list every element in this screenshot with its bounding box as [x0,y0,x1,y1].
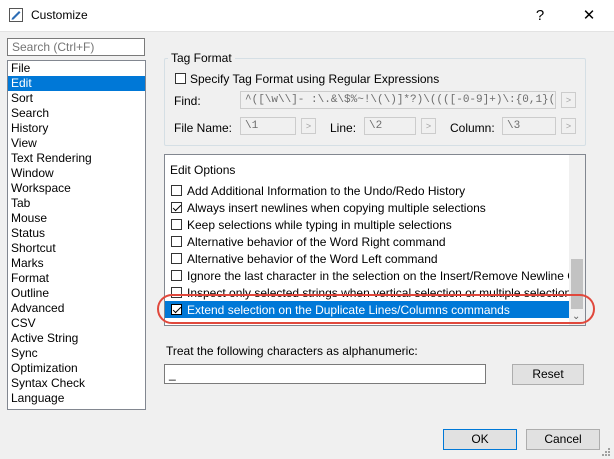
file-name-field[interactable]: \1 [240,117,296,135]
option-checkbox[interactable] [171,236,182,247]
option-label: Ignore the last character in the selecti… [187,269,586,283]
title-bar: Customize ? ✕ [0,0,614,32]
edit-option-row[interactable]: Alternative behavior of the Word Right c… [165,233,571,250]
category-item[interactable]: History [8,121,145,136]
option-label: Add Additional Information to the Undo/R… [187,184,466,198]
edit-option-row[interactable]: Inspect only selected strings when verti… [165,284,585,301]
find-arrow-button[interactable]: > [561,92,576,108]
category-item[interactable]: Window [8,166,145,181]
category-item[interactable]: File [8,61,145,76]
edit-options-title: Edit Options [170,163,236,177]
help-button[interactable]: ? [517,0,563,31]
file-name-label: File Name: [174,121,233,135]
find-label: Find: [174,94,201,108]
category-item[interactable]: Mouse [8,211,145,226]
edit-option-row[interactable]: Keep selections while typing in multiple… [165,216,571,233]
edit-option-row[interactable]: Ignore the last character in the selecti… [165,267,585,284]
options-scrollbar[interactable]: ⌄ [569,155,585,325]
option-label: Alternative behavior of the Word Left co… [187,252,438,266]
regex-checkbox[interactable] [175,73,186,84]
category-item[interactable]: Outline [8,286,145,301]
tag-format-title: Tag Format [168,51,235,65]
column-arrow-button[interactable]: > [561,118,576,134]
app-icon [9,8,23,22]
category-item[interactable]: Search [8,106,145,121]
cancel-button[interactable]: Cancel [526,429,600,450]
option-label: Inspect only selected strings when verti… [187,286,586,300]
category-item[interactable]: Active String [8,331,145,346]
category-list[interactable]: File Edit Sort Search History View Text Render… [7,60,146,410]
category-item[interactable]: Language [8,391,145,406]
option-label: Extend selection on the Duplicate Lines/… [187,303,510,317]
option-checkbox[interactable] [171,287,182,298]
edit-option-row[interactable]: Alternative behavior of the Word Left co… [165,250,571,267]
scrollbar-thumb[interactable] [571,259,583,309]
resize-grip-icon[interactable] [600,446,611,457]
category-item[interactable]: Format [8,271,145,286]
category-item[interactable]: Edit [8,76,145,91]
option-label: Alternative behavior of the Word Right c… [187,235,446,249]
category-item[interactable]: Advanced [8,301,145,316]
option-label: Keep selections while typing in multiple… [187,218,452,232]
edit-option-row[interactable]: Extend selection on the Duplicate Lines/… [165,301,571,318]
find-field[interactable]: ^([\w\\]- :\.&\$%~!\(\)]*?)\((([-0-9]+)\… [240,91,556,109]
category-item[interactable]: Workspace [8,181,145,196]
category-item[interactable]: Shortcut [8,241,145,256]
option-checkbox[interactable] [171,219,182,230]
option-checkbox[interactable] [171,270,182,281]
regex-label: Specify Tag Format using Regular Express… [190,72,440,86]
option-checkbox[interactable] [171,253,182,264]
option-label: Always insert newlines when copying mult… [187,201,486,215]
column-label: Column: [450,121,495,135]
category-item[interactable]: CSV [8,316,145,331]
line-field[interactable]: \2 [364,117,416,135]
alphanumeric-input[interactable]: _ [164,364,486,384]
option-checkbox[interactable] [171,185,182,196]
scroll-down-icon[interactable]: ⌄ [572,311,580,322]
category-item[interactable]: Sort [8,91,145,106]
category-item[interactable]: View [8,136,145,151]
category-item[interactable]: Optimization [8,361,145,376]
category-item[interactable]: Syntax Check [8,376,145,391]
ok-button[interactable]: OK [443,429,517,450]
alphanumeric-label: Treat the following characters as alphan… [166,344,418,358]
close-button[interactable]: ✕ [566,0,612,31]
line-arrow-button[interactable]: > [421,118,436,134]
edit-option-row[interactable]: Add Additional Information to the Undo/R… [165,182,571,199]
category-item[interactable]: Status [8,226,145,241]
reset-button[interactable]: Reset [512,364,584,385]
edit-options-list[interactable]: Edit Options Add Additional Information … [164,154,586,326]
edit-option-row[interactable]: Always insert newlines when copying mult… [165,199,571,216]
option-checkbox[interactable] [171,304,182,315]
category-item[interactable]: Text Rendering [8,151,145,166]
category-item[interactable]: Sync [8,346,145,361]
column-field[interactable]: \3 [502,117,556,135]
option-checkbox[interactable] [171,202,182,213]
line-label: Line: [330,121,357,135]
category-item[interactable]: Marks [8,256,145,271]
window-title: Customize [31,8,88,22]
search-input[interactable] [7,38,145,56]
category-item[interactable]: Tab [8,196,145,211]
file-name-arrow-button[interactable]: > [301,118,316,134]
